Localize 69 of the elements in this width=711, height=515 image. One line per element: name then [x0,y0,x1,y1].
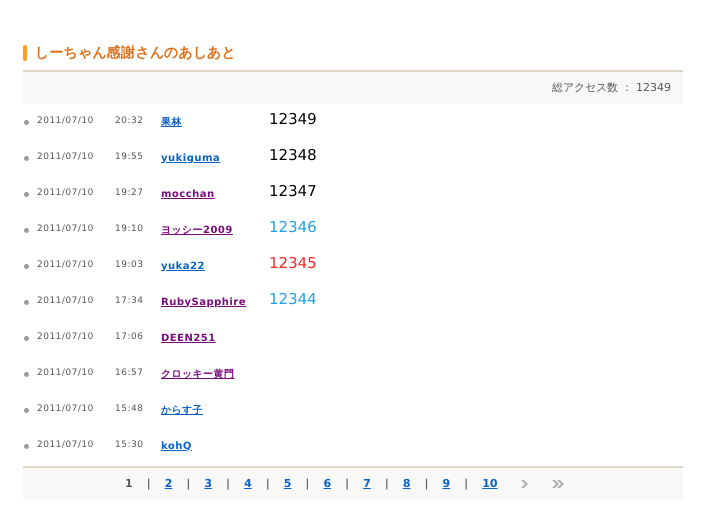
bullet-icon [24,372,29,376]
visit-date: 2011/07/10 [37,115,95,128]
visit-date: 2011/07/10 [37,403,95,416]
access-number: 12345 [269,252,317,274]
visitor-link[interactable]: 果林 [161,114,269,130]
visitor-link[interactable]: クロッキー黄門 [161,366,269,382]
current-page: 1 [125,476,133,492]
page-link[interactable]: 8 [402,476,410,492]
page-separator: | [384,476,389,492]
bullet-icon [24,444,29,448]
visit-date: 2011/07/10 [37,259,95,272]
visit-time: 15:48 [115,403,144,416]
visit-time: 20:32 [115,115,144,128]
page-link[interactable]: 4 [244,476,252,492]
page-separator: | [186,476,190,492]
page-link[interactable]: 7 [363,476,371,492]
visit-date: 2011/07/10 [37,151,95,164]
bullet-icon [24,228,29,232]
next-page-icon[interactable] [520,479,528,489]
visit-time: 16:57 [115,367,144,380]
page-separator: | [266,476,270,492]
access-number: 12347 [269,180,317,202]
visit-time: 19:03 [115,259,144,272]
visit-date: 2011/07/10 [37,331,95,344]
bullet-icon [24,156,29,160]
access-number: 12344 [269,288,317,310]
page-separator: | [146,476,151,492]
visitor-link[interactable]: kohQ [161,438,269,454]
title-marker [23,45,27,61]
page-separator: | [424,476,428,492]
visitor-link[interactable]: yuka22 [161,258,269,274]
visit-date: 2011/07/10 [37,295,95,308]
page-link[interactable]: 10 [482,476,498,492]
page-separator: | [464,476,468,492]
bullet-icon [24,192,29,196]
page-link[interactable]: 9 [442,476,450,492]
access-number: 12349 [269,108,317,130]
visit-date: 2011/07/10 [37,187,95,200]
page-separator: | [305,476,310,492]
visitor-link[interactable]: ヨッシー2009 [161,222,269,238]
visit-time: 19:27 [115,187,144,200]
bullet-icon [24,408,29,412]
last-page-icon[interactable] [550,479,564,489]
visitor-link[interactable]: RubySapphire [161,294,269,310]
access-number: 12348 [269,144,317,166]
visitor-link[interactable]: mocchan [161,186,269,202]
visit-date: 2011/07/10 [37,439,95,452]
visit-time: 15:30 [115,439,144,452]
page-link[interactable]: 5 [284,476,292,492]
page-title: しーちゃん感謝さんのあしあと [35,44,236,62]
access-number: 12346 [269,216,317,238]
visitor-link[interactable]: DEEN251 [161,330,269,346]
page-link[interactable]: 6 [323,476,332,492]
page-link[interactable]: 2 [164,476,172,492]
visit-time: 19:55 [115,151,144,164]
page-separator: | [226,476,230,492]
visit-time: 19:10 [115,223,144,236]
bullet-icon [24,336,29,340]
bullet-icon [24,120,29,124]
visitor-link[interactable]: yukiguma [161,150,269,166]
bullet-icon [24,300,29,304]
visit-time: 17:06 [115,331,144,344]
visit-date: 2011/07/10 [37,223,95,236]
visit-date: 2011/07/10 [37,367,95,380]
visit-time: 17:34 [115,295,144,308]
page-link[interactable]: 3 [204,476,212,492]
total-access-count: 総アクセス数 ： 12349 [552,80,671,96]
page-separator: | [345,476,350,492]
bullet-icon [24,264,29,268]
